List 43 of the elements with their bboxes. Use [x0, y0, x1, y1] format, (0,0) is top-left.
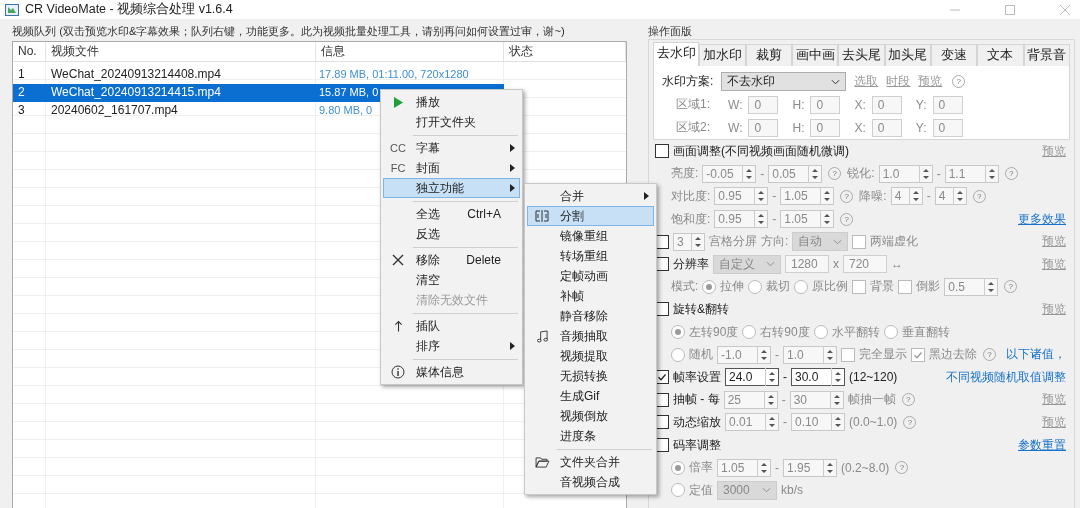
field-label: - [775, 347, 779, 362]
icon-label: FC [390, 162, 406, 174]
field-label: - [775, 460, 779, 475]
field-label: H: [792, 120, 805, 135]
field-label: 饱和度: [671, 210, 711, 228]
field-label: 对比度: [671, 188, 711, 205]
field-label: - [783, 415, 787, 430]
field-label: - [936, 166, 941, 181]
field-label: X: [854, 120, 866, 135]
window-title: CR VideoMate - 视频综合处理 v1.6.4 [25, 1, 233, 18]
field-label: 亮度: [671, 165, 699, 183]
note-text: 以下诸值， [1006, 346, 1066, 364]
field-label: 区域2: [676, 119, 710, 136]
field-label: - [760, 166, 765, 181]
group-label: 视频队列 (双击预览水印&字幕效果；队列右键，功能更多。此为视频批量处理工具，请别再问如何设置过审，谢~) [12, 24, 566, 39]
icon-label: CC [390, 142, 406, 154]
field-label: - [926, 189, 931, 204]
field-label: 锐化: [847, 165, 875, 183]
field-label: x [833, 257, 839, 272]
field-label: X: [854, 97, 866, 112]
field-label: 降噪: [859, 188, 887, 205]
field-label: kb/s [781, 483, 803, 498]
group-label: 操作面版 [648, 24, 693, 39]
field-label: - [772, 212, 777, 227]
field-label: Y: [915, 97, 927, 112]
field-label: 水印方案: [662, 73, 714, 90]
field-label: 宫格分屏 [709, 233, 757, 251]
field-label: - [783, 370, 787, 385]
field-label: (0.2~8.0) [841, 460, 890, 475]
field-label: W: [728, 97, 743, 112]
field-label: 区域1: [676, 96, 710, 113]
field-label: (0.0~1.0) [849, 415, 898, 430]
field-label: H: [792, 97, 805, 112]
field-label: W: [728, 120, 743, 135]
field-label: - [781, 392, 786, 407]
field-label: 模式: [671, 278, 699, 296]
field-label: 帧抽一帧 [847, 391, 896, 409]
field-label: (12~120) [849, 370, 898, 385]
field-label: - [772, 189, 777, 204]
note-text: 不同视频随机取值调整 [946, 368, 1066, 386]
field-label: ↔ [891, 257, 903, 272]
field-label: 方向: [761, 233, 789, 251]
field-label: Y: [915, 120, 927, 135]
